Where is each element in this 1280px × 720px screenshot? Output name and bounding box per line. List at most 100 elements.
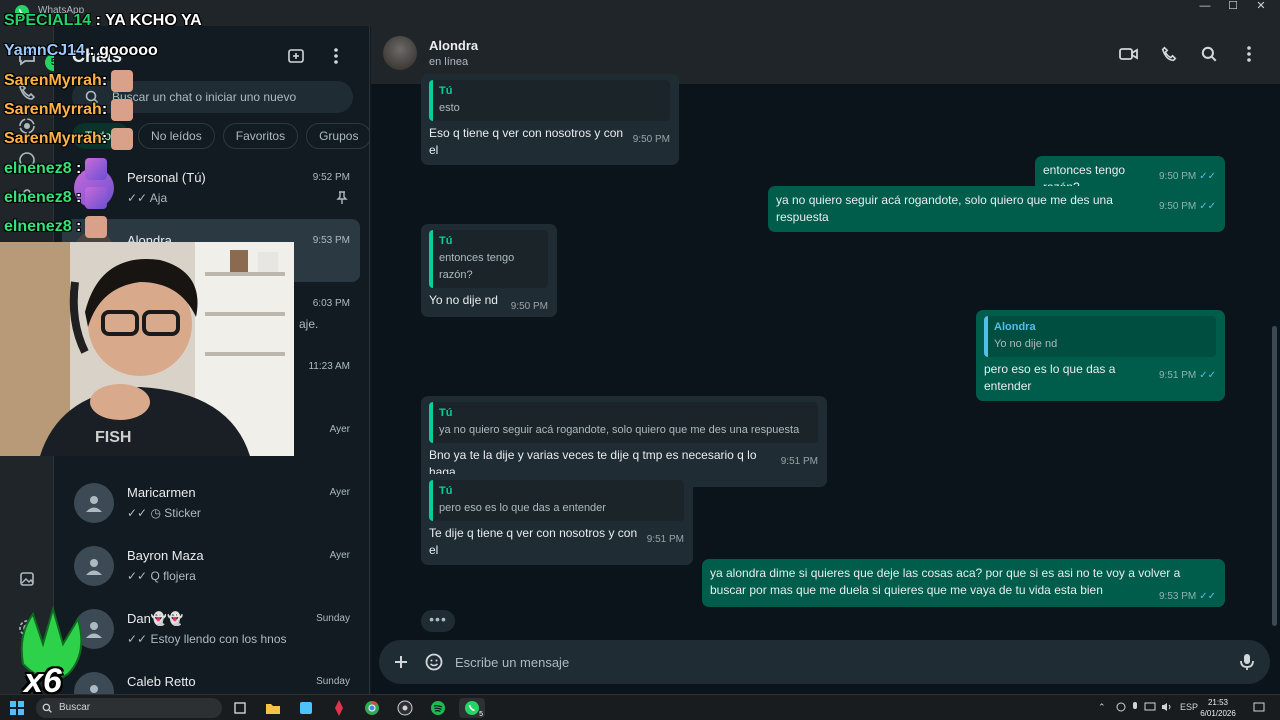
quoted-message[interactable]: Tú entonces tengo razón? bbox=[429, 230, 548, 288]
task-view-button[interactable] bbox=[229, 698, 251, 718]
taskbar-whatsapp[interactable]: 5 bbox=[459, 698, 485, 718]
streamer-webcam-image: FISH bbox=[0, 242, 294, 456]
voice-call-button[interactable] bbox=[1156, 41, 1182, 67]
sparkle-emote-icon bbox=[85, 187, 108, 209]
windows-logo-icon bbox=[10, 701, 24, 715]
quoted-message[interactable]: Alondra Yo no dije nd bbox=[984, 316, 1216, 357]
message-text: Te dije q tiene q ver con nosotros y con… bbox=[429, 526, 638, 557]
chat-list-menu-button[interactable] bbox=[322, 42, 350, 70]
chat-item-bayron[interactable]: Bayron Maza Ayer ✓✓ Q flojera bbox=[62, 534, 360, 597]
windows-taskbar: Buscar 5 ⌃ ESP 21:53 6/01/2026 bbox=[0, 694, 1280, 720]
typing-indicator: ••• bbox=[421, 610, 455, 632]
new-chat-icon bbox=[288, 49, 304, 63]
clock-time: 21:53 bbox=[1207, 698, 1229, 707]
chat-name: Dan👻👻 bbox=[127, 611, 184, 626]
phone-icon bbox=[1161, 46, 1177, 62]
taskbar-app[interactable] bbox=[295, 698, 317, 718]
message-time: 9:51 PM bbox=[646, 534, 684, 545]
rail-media-button[interactable] bbox=[15, 567, 39, 591]
quoted-message[interactable]: Tú pero eso es lo que das a entender bbox=[429, 480, 684, 521]
message-incoming[interactable]: Tú esto 9:50 PM Eso q tiene q ver con no… bbox=[421, 74, 679, 165]
quoted-message[interactable]: Tú esto bbox=[429, 80, 670, 121]
pin-icon bbox=[336, 191, 348, 204]
message-time: 9:50 PM bbox=[510, 301, 548, 312]
emoji-sticker-button[interactable] bbox=[422, 650, 446, 674]
quote-author: Alondra bbox=[994, 321, 1036, 333]
stream-chat-line: SarenMyrrah: bbox=[4, 70, 134, 92]
message-text: ya alondra dime si quieres que deje las … bbox=[710, 566, 1181, 597]
messages-scrollbar[interactable] bbox=[1272, 326, 1277, 626]
search-in-chat-button[interactable] bbox=[1196, 41, 1222, 67]
new-chat-button[interactable] bbox=[282, 42, 310, 70]
contact-avatar[interactable] bbox=[383, 36, 417, 70]
quote-text: Yo no dije nd bbox=[994, 338, 1058, 350]
filter-unread[interactable]: No leídos bbox=[138, 123, 215, 149]
quote-author: Tú bbox=[439, 485, 453, 497]
notifications-icon[interactable] bbox=[1253, 702, 1265, 713]
stream-chat-message: : bbox=[76, 189, 82, 207]
filter-groups[interactable]: Grupos bbox=[306, 123, 369, 149]
spotify-icon bbox=[431, 701, 445, 715]
stream-chat-message: : bbox=[101, 72, 108, 90]
taskbar-search-label: Buscar bbox=[59, 702, 91, 713]
taskbar-app[interactable] bbox=[328, 698, 350, 718]
read-receipt-icon: ✓✓ bbox=[1199, 370, 1216, 381]
message-outgoing[interactable]: 9:50 PM ✓✓ ya no quiero seguir acá rogand… bbox=[768, 186, 1225, 232]
message-text: pero eso es lo que das a entender bbox=[984, 362, 1116, 393]
stream-chat-message: : bbox=[101, 130, 108, 148]
more-vertical-icon bbox=[334, 48, 338, 64]
tray-chevron-icon[interactable]: ⌃ bbox=[1098, 702, 1106, 713]
network-icon[interactable] bbox=[1144, 702, 1156, 712]
taskbar-clock[interactable]: 21:53 6/01/2026 bbox=[1196, 697, 1240, 719]
quote-author: Tú bbox=[439, 85, 453, 97]
chat-search-input[interactable] bbox=[112, 81, 348, 113]
stream-chat-line: SarenMyrrah: bbox=[4, 128, 134, 150]
stream-chat-user: SarenMyrrah bbox=[4, 72, 102, 90]
chat-item-maricarmen[interactable]: Maricarmen Ayer ✓✓ ◷ Sticker bbox=[62, 471, 360, 534]
stream-chat-user: SPECIAL14 bbox=[4, 12, 92, 29]
chat-name: Bayron Maza bbox=[127, 548, 204, 563]
quote-text: pero eso es lo que das a entender bbox=[439, 502, 606, 514]
chat-time: Sunday bbox=[316, 676, 350, 687]
quoted-message[interactable]: Tú ya no quiero seguir acá rogandote, so… bbox=[429, 402, 818, 443]
microphone-icon[interactable] bbox=[1131, 702, 1139, 713]
face-emote-icon bbox=[111, 128, 134, 150]
contact-name: Alondra bbox=[429, 38, 479, 53]
message-time: 9:53 PM ✓✓ bbox=[1159, 588, 1216, 605]
chat-item-dan[interactable]: Dan👻👻 Sunday ✓✓ Estoy llendo con los hno… bbox=[62, 597, 360, 660]
chat-time: Ayer bbox=[329, 487, 350, 498]
attach-button[interactable] bbox=[389, 650, 413, 674]
chat-item-caleb[interactable]: Caleb Retto Sunday bbox=[62, 660, 360, 694]
message-outgoing[interactable]: ya alondra dime si quieres que deje las … bbox=[702, 559, 1225, 607]
volume-icon[interactable] bbox=[1161, 702, 1173, 712]
read-receipt-icon: ✓✓ bbox=[1199, 201, 1216, 212]
message-incoming[interactable]: Tú entonces tengo razón? 9:50 PM Yo no d… bbox=[421, 224, 557, 317]
message-outgoing[interactable]: Alondra Yo no dije nd 9:51 PM ✓✓ pero eso… bbox=[976, 310, 1225, 401]
message-composer bbox=[379, 640, 1270, 684]
emote-combo-overlay: x6 bbox=[8, 604, 98, 700]
more-vertical-icon bbox=[1247, 46, 1251, 62]
sparkle-emote-icon bbox=[85, 158, 108, 180]
message-incoming[interactable]: Tú pero eso es lo que das a entender 9:5… bbox=[421, 474, 693, 565]
tray-app-icon[interactable] bbox=[1116, 702, 1126, 712]
voice-message-button[interactable] bbox=[1235, 650, 1259, 674]
face-emote-icon bbox=[111, 99, 134, 121]
filter-favorites[interactable]: Favoritos bbox=[222, 123, 299, 149]
quote-author: Tú bbox=[439, 407, 453, 419]
task-view-icon bbox=[234, 702, 246, 714]
taskbar-file-explorer[interactable] bbox=[262, 698, 284, 718]
screen: WhatsApp — ☐ ✕ 5 Chats bbox=[0, 0, 1280, 720]
stream-chat-user: elnenez8 bbox=[4, 160, 72, 178]
chat-time: 9:53 PM bbox=[312, 235, 350, 246]
app-icon bbox=[300, 702, 312, 714]
obs-icon bbox=[397, 700, 413, 716]
taskbar-search-box[interactable]: Buscar bbox=[36, 698, 222, 718]
taskbar-spotify[interactable] bbox=[427, 698, 449, 718]
message-input[interactable] bbox=[455, 640, 1225, 684]
taskbar-chrome[interactable] bbox=[361, 698, 383, 718]
video-call-button[interactable] bbox=[1116, 41, 1142, 67]
taskbar-obs[interactable] bbox=[394, 698, 416, 718]
close-window-button[interactable]: ✕ bbox=[1242, 0, 1280, 16]
conversation-menu-button[interactable] bbox=[1236, 41, 1262, 67]
start-button[interactable] bbox=[6, 698, 28, 718]
